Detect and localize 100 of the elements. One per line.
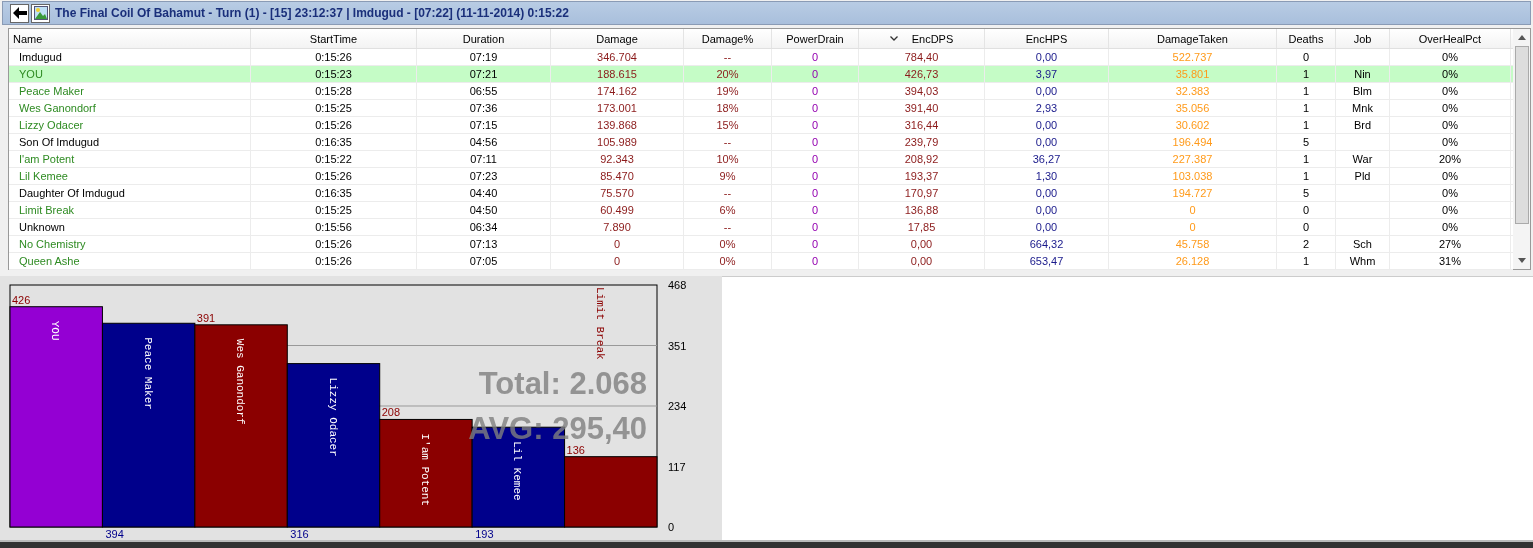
table-cell: 1 xyxy=(1302,119,1310,131)
table-cell: 239,79 xyxy=(904,136,939,148)
table-cell: 92.343 xyxy=(600,153,634,165)
table-row[interactable]: Limit Break 0:15:25 04:50 60.499 6% 0 136,88 0,00 0 0 0% xyxy=(9,202,1513,219)
table-cell: Daughter Of Imdugud xyxy=(19,187,125,199)
table-row[interactable]: Son Of Imdugud 0:16:35 04:56 105.989 -- 0 239,79 0,00 196.494 5 0% xyxy=(9,134,1513,151)
value-label: 208 xyxy=(381,406,401,419)
table-cell: 06:55 xyxy=(469,85,498,97)
table-cell: 04:40 xyxy=(469,187,498,199)
table-cell: 0 xyxy=(1302,51,1310,63)
column-header[interactable]: Damage xyxy=(551,29,684,48)
table-cell: 188.615 xyxy=(597,68,637,80)
column-header[interactable]: EncDPS xyxy=(859,29,985,48)
scrollbar[interactable] xyxy=(1513,29,1530,269)
table-cell: 0,00 xyxy=(1035,51,1058,63)
table-cell: Limit Break xyxy=(19,204,75,216)
image-button[interactable] xyxy=(31,3,50,23)
table-row[interactable]: I'am Potent 0:15:22 07:11 92.343 10% 0 208,92 36,27 227.387 1 War 20% xyxy=(9,151,1513,168)
table-cell: Lil Kemee xyxy=(19,170,68,182)
table-cell: 0:16:35 xyxy=(315,136,352,148)
table-cell: 07:36 xyxy=(469,102,498,114)
column-header[interactable]: DamageTaken xyxy=(1109,29,1277,48)
table-cell: 0,00 xyxy=(910,255,933,267)
table-cell: Unknown xyxy=(19,221,65,233)
column-header[interactable]: EncHPS xyxy=(985,29,1109,48)
table-row[interactable]: Lizzy Odacer 0:15:26 07:15 139.868 15% 0 316,44 0,00 30.602 1 Brd 0% xyxy=(9,117,1513,134)
column-header[interactable]: Name xyxy=(9,29,251,48)
table-cell: 15% xyxy=(716,119,739,131)
bar-name-label: Wes Ganondorf xyxy=(234,338,247,425)
table-cell: 426,73 xyxy=(904,68,939,80)
scroll-down-icon[interactable] xyxy=(1517,258,1526,263)
table-cell: Lizzy Odacer xyxy=(19,119,84,131)
table-cell: 136,88 xyxy=(904,204,939,216)
table-cell: 0:15:25 xyxy=(315,102,352,114)
table-cell: 0 xyxy=(811,119,819,131)
table-cell: 0 xyxy=(811,102,819,114)
axis-tick-label: 0 xyxy=(668,521,675,533)
table-cell: Blm xyxy=(1353,85,1372,97)
table-cell: 36,27 xyxy=(1032,153,1061,165)
table-cell: 0,00 xyxy=(910,238,933,250)
axis-tick-label: 234 xyxy=(668,400,687,412)
value-label: 136 xyxy=(566,443,585,456)
table-cell: 0 xyxy=(1189,221,1196,233)
table-row[interactable]: No Chemistry 0:15:26 07:13 0 0% 0 0,00 664,32 45.758 2 Sch 27% xyxy=(9,236,1513,253)
table-cell: 0:15:22 xyxy=(315,153,352,165)
table-cell: 0 xyxy=(613,255,621,267)
table-cell: 0 xyxy=(811,187,819,199)
table-cell: 0:15:56 xyxy=(315,221,352,233)
table-cell: 0:15:26 xyxy=(315,119,352,131)
window-title: The Final Coil Of Bahamut - Turn (1) - [15] 23:12:37 | Imdugud - [07:22] (11-11-2014) 0:15:22 xyxy=(55,6,569,20)
table-cell: Brd xyxy=(1353,119,1372,131)
table-cell: -- xyxy=(723,51,732,63)
table-cell: 522.737 xyxy=(1172,51,1213,63)
table-cell: 18% xyxy=(716,102,739,114)
table-cell: 0 xyxy=(811,255,819,267)
value-label: 394 xyxy=(105,528,124,540)
table-cell: 0 xyxy=(1189,204,1196,216)
scroll-up-icon[interactable] xyxy=(1517,35,1526,40)
column-header[interactable]: Job xyxy=(1336,29,1390,48)
table-cell: I'am Potent xyxy=(19,153,75,165)
table-cell: 0% xyxy=(1442,204,1458,216)
bar-name-label: Limit Break xyxy=(593,287,606,360)
column-header[interactable]: Duration xyxy=(417,29,551,48)
table-cell: 1,30 xyxy=(1035,170,1058,182)
table-row[interactable]: Wes Ganondorf 0:15:25 07:36 173.001 18% 0 391,40 2,93 35.056 1 Mnk 0% xyxy=(9,100,1513,117)
table-row[interactable]: Queen Ashe 0:15:26 07:05 0 0% 0 0,00 653,47 26.128 1 Whm 31% xyxy=(9,253,1513,270)
table-cell: 07:21 xyxy=(469,68,498,80)
table-cell: No Chemistry xyxy=(19,238,86,250)
table-row[interactable]: Unknown 0:15:56 06:34 7.890 -- 0 17,85 0,00 0 0 0% xyxy=(9,219,1513,236)
back-button[interactable] xyxy=(10,3,29,23)
column-header[interactable]: Damage% xyxy=(684,29,772,48)
table-cell: 0% xyxy=(1442,51,1458,63)
table-row[interactable]: Daughter Of Imdugud 0:16:35 04:40 75.570 -- 0 170,97 0,00 194.727 5 0% xyxy=(9,185,1513,202)
table-cell: 9% xyxy=(719,170,736,182)
table-row[interactable]: YOU 0:15:23 07:21 188.615 20% 0 426,73 3,97 35.801 1 Nin 0% xyxy=(9,66,1513,83)
table-cell: 174.162 xyxy=(597,85,637,97)
table-cell: 227.387 xyxy=(1172,153,1213,165)
table-cell: 2 xyxy=(1302,238,1310,250)
column-header[interactable]: PowerDrain xyxy=(772,29,859,48)
table-cell: 653,47 xyxy=(1029,255,1064,267)
scroll-thumb[interactable] xyxy=(1514,46,1529,224)
table-cell: 0,00 xyxy=(1035,119,1058,131)
table-cell: 20% xyxy=(1439,153,1461,165)
table-cell: 35.801 xyxy=(1175,68,1210,80)
table-cell: 1 xyxy=(1302,85,1310,97)
table-cell: 0 xyxy=(811,221,819,233)
table-cell: 0:15:28 xyxy=(315,85,352,97)
column-header[interactable]: Deaths xyxy=(1277,29,1336,48)
axis-tick-label: 117 xyxy=(668,460,686,473)
table-cell: 0,00 xyxy=(1035,221,1058,233)
table-cell: 1 xyxy=(1302,255,1310,267)
column-header[interactable]: StartTime xyxy=(251,29,417,48)
table-row[interactable]: Peace Maker 0:15:28 06:55 174.162 19% 0 394,03 0,00 32.383 1 Blm 0% xyxy=(9,83,1513,100)
column-header[interactable]: OverHealPct xyxy=(1390,29,1511,48)
table-cell: 0:15:26 xyxy=(315,238,352,250)
table-cell: Nin xyxy=(1354,68,1371,80)
table-cell: -- xyxy=(723,136,732,148)
table-row[interactable]: Lil Kemee 0:15:26 07:23 85.470 9% 0 193,37 1,30 103.038 1 Pld 0% xyxy=(9,168,1513,185)
table-cell: 0% xyxy=(1442,85,1458,97)
table-cell: 07:19 xyxy=(469,51,498,63)
